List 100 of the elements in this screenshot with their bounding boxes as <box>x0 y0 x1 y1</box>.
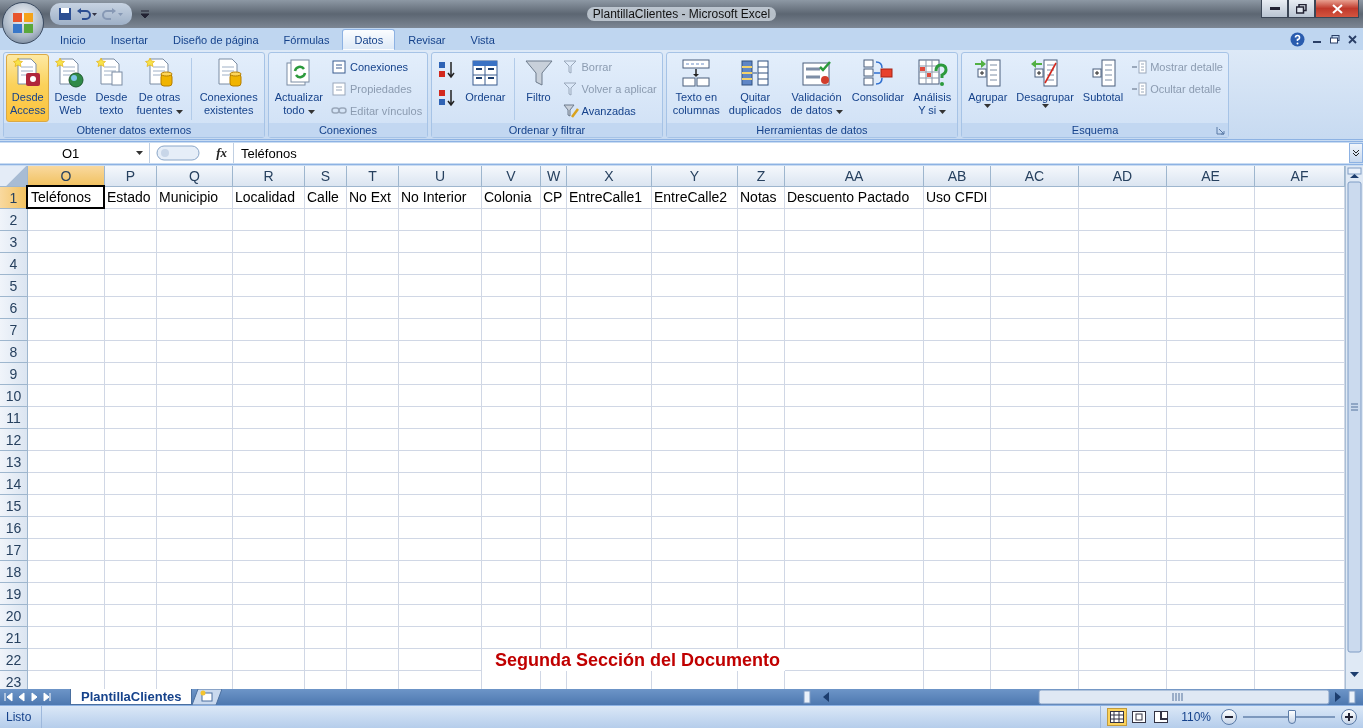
table-cell[interactable] <box>399 429 482 451</box>
table-cell[interactable] <box>157 429 233 451</box>
table-cell[interactable] <box>157 605 233 627</box>
table-cell[interactable] <box>567 429 652 451</box>
table-cell[interactable] <box>28 209 105 231</box>
table-cell[interactable] <box>738 429 785 451</box>
table-cell[interactable] <box>738 231 785 253</box>
table-cell[interactable] <box>233 363 305 385</box>
column-header[interactable]: AA <box>785 166 924 187</box>
table-cell[interactable] <box>399 473 482 495</box>
table-cell[interactable] <box>1079 605 1167 627</box>
table-cell[interactable] <box>1167 539 1255 561</box>
column-header[interactable]: S <box>305 166 347 187</box>
table-cell[interactable] <box>105 627 157 649</box>
table-cell[interactable] <box>785 209 924 231</box>
column-header[interactable]: AC <box>991 166 1079 187</box>
table-cell[interactable] <box>991 231 1079 253</box>
ribbon-button[interactable]: Desde Access <box>6 54 50 122</box>
table-cell[interactable] <box>991 187 1079 209</box>
table-cell[interactable] <box>924 429 991 451</box>
table-cell[interactable] <box>567 363 652 385</box>
table-cell[interactable] <box>1167 495 1255 517</box>
table-cell[interactable] <box>924 451 991 473</box>
table-cell[interactable] <box>924 363 991 385</box>
ribbon-button[interactable]: Filtro <box>518 54 559 122</box>
table-cell[interactable] <box>541 539 567 561</box>
table-cell[interactable] <box>105 429 157 451</box>
table-cell[interactable] <box>399 605 482 627</box>
table-cell[interactable] <box>482 627 541 649</box>
table-cell[interactable] <box>105 605 157 627</box>
row-header[interactable]: 17 <box>0 539 28 561</box>
table-cell[interactable] <box>924 605 991 627</box>
table-cell[interactable] <box>233 605 305 627</box>
table-cell[interactable] <box>738 473 785 495</box>
table-cell[interactable] <box>347 561 399 583</box>
column-header[interactable]: W <box>541 166 567 187</box>
table-cell[interactable] <box>399 297 482 319</box>
table-cell[interactable]: Uso CFDI <box>923 186 990 208</box>
zoom-in-button[interactable] <box>1341 709 1357 725</box>
column-header[interactable]: Q <box>157 166 233 187</box>
table-cell[interactable]: No Ext <box>346 186 398 208</box>
table-cell[interactable] <box>233 407 305 429</box>
table-cell[interactable] <box>652 363 738 385</box>
table-cell[interactable] <box>347 385 399 407</box>
table-cell[interactable] <box>347 275 399 297</box>
table-cell[interactable] <box>105 407 157 429</box>
table-cell[interactable] <box>652 209 738 231</box>
table-cell[interactable] <box>157 253 233 275</box>
table-cell[interactable] <box>738 275 785 297</box>
table-cell[interactable] <box>567 297 652 319</box>
table-cell[interactable] <box>233 627 305 649</box>
table-cell[interactable] <box>482 209 541 231</box>
table-cell[interactable] <box>482 473 541 495</box>
table-cell[interactable] <box>347 407 399 429</box>
table-cell[interactable] <box>157 627 233 649</box>
table-cell[interactable] <box>785 297 924 319</box>
table-cell[interactable] <box>1255 341 1345 363</box>
table-cell[interactable] <box>347 209 399 231</box>
table-cell[interactable] <box>738 495 785 517</box>
table-cell[interactable] <box>157 209 233 231</box>
table-cell[interactable] <box>233 539 305 561</box>
table-cell[interactable] <box>1255 253 1345 275</box>
table-cell[interactable] <box>482 539 541 561</box>
table-cell[interactable] <box>738 583 785 605</box>
table-cell[interactable] <box>567 231 652 253</box>
table-cell[interactable] <box>738 561 785 583</box>
table-cell[interactable] <box>233 275 305 297</box>
table-cell[interactable] <box>567 385 652 407</box>
table-cell[interactable] <box>991 297 1079 319</box>
table-cell[interactable] <box>28 561 105 583</box>
table-cell[interactable] <box>157 275 233 297</box>
table-cell[interactable] <box>652 297 738 319</box>
table-cell[interactable] <box>541 517 567 539</box>
table-cell[interactable] <box>991 319 1079 341</box>
table-cell[interactable] <box>1255 297 1345 319</box>
table-cell[interactable] <box>157 231 233 253</box>
table-cell[interactable] <box>541 407 567 429</box>
ribbon-tab[interactable]: Fórmulas <box>271 29 342 50</box>
column-header[interactable]: V <box>482 166 541 187</box>
table-cell[interactable] <box>652 341 738 363</box>
table-cell[interactable] <box>785 451 924 473</box>
table-cell[interactable] <box>157 561 233 583</box>
table-cell[interactable] <box>924 385 991 407</box>
ribbon-button[interactable]: Desagrupar <box>1012 54 1078 122</box>
table-cell[interactable] <box>399 209 482 231</box>
row-header[interactable]: 8 <box>0 341 28 363</box>
table-cell[interactable] <box>157 517 233 539</box>
table-cell[interactable] <box>1255 605 1345 627</box>
table-cell[interactable] <box>541 451 567 473</box>
table-cell[interactable] <box>924 495 991 517</box>
row-header[interactable]: 18 <box>0 561 28 583</box>
help-icon[interactable] <box>1290 32 1305 47</box>
ribbon-button[interactable]: Conexiones <box>328 56 426 78</box>
table-cell[interactable] <box>482 363 541 385</box>
row-header[interactable]: 1 <box>0 187 28 209</box>
table-cell[interactable] <box>785 473 924 495</box>
table-cell[interactable] <box>652 253 738 275</box>
table-cell[interactable] <box>305 319 347 341</box>
table-cell[interactable] <box>233 231 305 253</box>
table-cell[interactable]: Calle <box>304 186 346 208</box>
